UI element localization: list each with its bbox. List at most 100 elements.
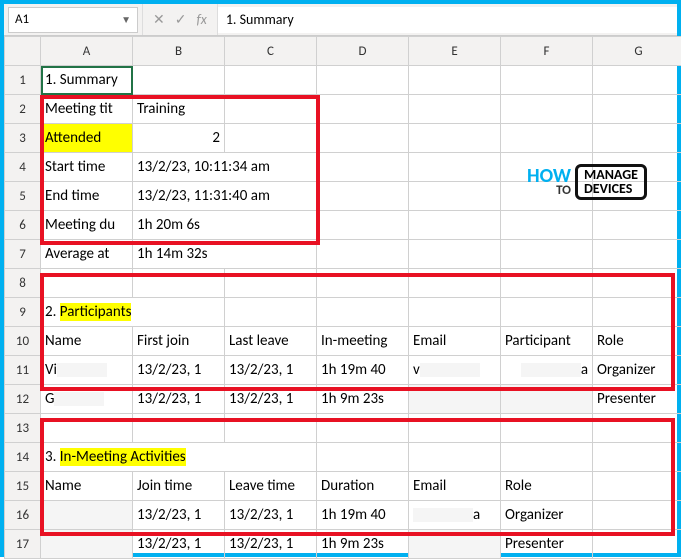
cell-E10[interactable]: Email [409,327,501,356]
cell-G5[interactable] [593,182,681,211]
cell-C3[interactable] [225,124,317,153]
cell-C10[interactable]: Last leave [225,327,317,356]
cell-D1[interactable] [317,66,409,95]
cell-B1[interactable] [133,66,225,95]
cell-A3[interactable]: Attended [41,124,133,153]
row-header-12[interactable]: 12 [5,385,41,414]
cell-C17[interactable]: 13/2/23, 1 [225,530,317,559]
row-header-7[interactable]: 7 [5,240,41,269]
cell-B7[interactable]: 1h 14m 32s [133,240,317,269]
cell-F7[interactable] [501,240,593,269]
cell-A16[interactable] [41,501,133,530]
cell-A1[interactable]: 1. Summary [41,66,133,95]
name-box[interactable]: A1 ▼ [8,7,138,33]
cell-G11[interactable]: Organizer [593,356,681,385]
cell-E4[interactable] [409,153,501,182]
row-header-6[interactable]: 6 [5,211,41,240]
cell-B3[interactable]: 2 [133,124,225,153]
cell-A10[interactable]: Name [41,327,133,356]
cell-E7[interactable] [409,240,501,269]
cell-G3[interactable] [593,124,681,153]
row-header-1[interactable]: 1 [5,66,41,95]
cell-E11[interactable]: v [409,356,501,385]
cell-D15[interactable]: Duration [317,472,409,501]
cell-G6[interactable] [593,211,681,240]
cell-C2[interactable] [225,95,317,124]
cell-D2[interactable] [317,95,409,124]
cell-B11[interactable]: 13/2/23, 1 [133,356,225,385]
cell-D11[interactable]: 1h 19m 40 [317,356,409,385]
cell-D3[interactable] [317,124,409,153]
cell-E16[interactable]: a [409,501,501,530]
cell-F11[interactable]: a [501,356,593,385]
cell-F2[interactable] [501,95,593,124]
col-header-B[interactable]: B [133,37,225,66]
cell-G1[interactable] [593,66,681,95]
cell-B5[interactable]: 13/2/23, 11:31:40 am [133,182,317,211]
row-header-17[interactable]: 17 [5,530,41,559]
cell-G10[interactable]: Role [593,327,681,356]
cell-B4[interactable]: 13/2/23, 10:11:34 am [133,153,317,182]
cell-B17[interactable]: 13/2/23, 1 [133,530,225,559]
col-header-C[interactable]: C [225,37,317,66]
cell-F15[interactable]: Role [501,472,593,501]
cell-G4[interactable] [593,153,681,182]
row-header-16[interactable]: 16 [5,501,41,530]
cell-G15[interactable] [593,472,681,501]
cell-G12[interactable]: Presenter [593,385,681,414]
spreadsheet-grid[interactable]: A B C D E F G 1 1. Summary 2 Meeting tit… [4,36,677,559]
row-header-2[interactable]: 2 [5,95,41,124]
cell-E3[interactable] [409,124,501,153]
formula-input[interactable]: 1. Summary [218,7,677,33]
cell-D4[interactable] [317,153,409,182]
cell-F6[interactable] [501,211,593,240]
cell-C16[interactable]: 13/2/23, 1 [225,501,317,530]
enter-icon[interactable]: ✓ [175,11,187,28]
cell-G16[interactable] [593,501,681,530]
cell-C15[interactable]: Leave time [225,472,317,501]
cell-E2[interactable] [409,95,501,124]
cell-E17[interactable] [409,530,501,559]
row-header-8[interactable]: 8 [5,269,41,298]
cell-A8[interactable] [41,269,133,298]
cell-A15[interactable]: Name [41,472,133,501]
select-all-cell[interactable] [5,37,41,66]
cell-G17[interactable] [593,530,681,559]
cell-D7[interactable] [317,240,409,269]
cell-F5[interactable] [501,182,593,211]
cell-D6[interactable] [317,211,409,240]
cell-D17[interactable]: 1h 9m 23s [317,530,409,559]
dropdown-icon[interactable]: ▼ [121,13,131,26]
cell-E6[interactable] [409,211,501,240]
row-header-11[interactable]: 11 [5,356,41,385]
cell-B16[interactable]: 13/2/23, 1 [133,501,225,530]
cell-G2[interactable] [593,95,681,124]
cell-F1[interactable] [501,66,593,95]
cell-B15[interactable]: Join time [133,472,225,501]
cell-B10[interactable]: First join [133,327,225,356]
cell-A7[interactable]: Average at [41,240,133,269]
cell-A11[interactable]: Vi [41,356,133,385]
cell-A5[interactable]: End time [41,182,133,211]
cell-C12[interactable]: 13/2/23, 1 [225,385,317,414]
row-header-5[interactable]: 5 [5,182,41,211]
cell-F17[interactable]: Presenter [501,530,593,559]
cell-B6[interactable]: 1h 20m 6s [133,211,317,240]
cell-E5[interactable] [409,182,501,211]
row-header-3[interactable]: 3 [5,124,41,153]
row-header-15[interactable]: 15 [5,472,41,501]
col-header-D[interactable]: D [317,37,409,66]
row-header-13[interactable]: 13 [5,414,41,443]
cell-B2[interactable]: Training [133,95,225,124]
cell-F4[interactable] [501,153,593,182]
col-header-E[interactable]: E [409,37,501,66]
cell-B12[interactable]: 13/2/23, 1 [133,385,225,414]
row-header-9[interactable]: 9 [5,298,41,327]
cell-A6[interactable]: Meeting du [41,211,133,240]
col-header-G[interactable]: G [593,37,681,66]
cell-E15[interactable]: Email [409,472,501,501]
cell-C1[interactable] [225,66,317,95]
cell-D5[interactable] [317,182,409,211]
col-header-F[interactable]: F [501,37,593,66]
cell-F12[interactable] [501,385,593,414]
